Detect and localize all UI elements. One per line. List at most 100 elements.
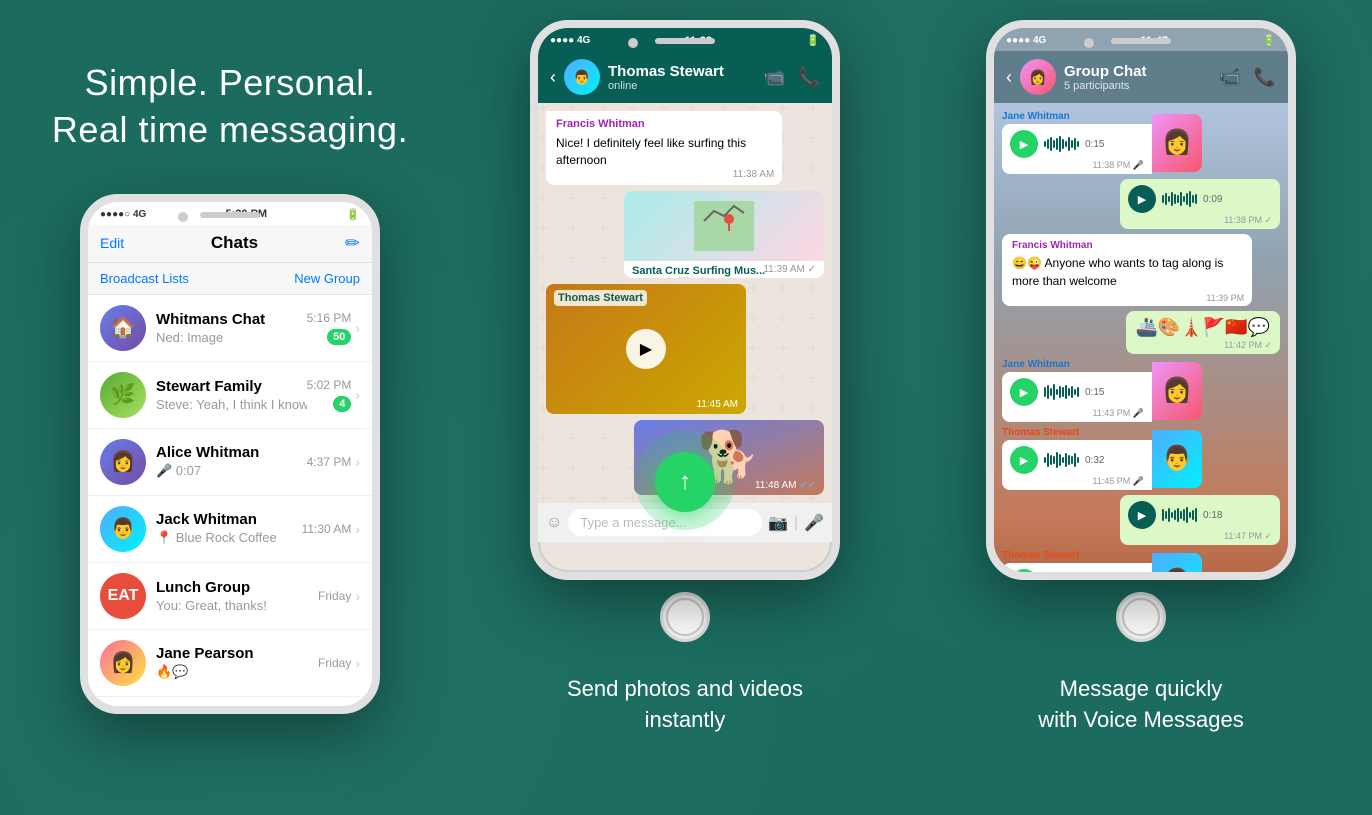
call-icon-right[interactable]: 📞 xyxy=(1254,67,1276,88)
voice-time-thomas-1: 11:45 PM 🎤 xyxy=(1092,476,1144,487)
play-btn-out-1[interactable]: ▶ xyxy=(1128,185,1156,213)
caption-right-line2: with Voice Messages xyxy=(1038,707,1243,732)
voice-time-out-2: 11:47 PM ✓ xyxy=(1224,531,1272,542)
broadcast-bar: Broadcast Lists New Group xyxy=(88,263,372,295)
home-button-mid[interactable] xyxy=(660,592,710,642)
chat-header-name: Thomas Stewart xyxy=(608,63,724,80)
voice-dur-thomas-2: 0:07 xyxy=(1085,578,1104,581)
chat-info-alice: Alice Whitman 🎤 0:07 xyxy=(156,444,307,479)
chat-avatar-alice: 👩 xyxy=(100,439,146,485)
play-btn-thomas-1[interactable]: ▶ xyxy=(1010,446,1038,474)
compose-button[interactable]: ✏ xyxy=(345,233,360,254)
chat-time-jane-p: Friday xyxy=(318,656,351,670)
play-btn-out-2[interactable]: ▶ xyxy=(1128,501,1156,529)
call-icon[interactable]: 📞 xyxy=(798,67,820,88)
signal-right: ●●●● 4G xyxy=(1006,35,1046,46)
chat-item-alice2[interactable]: 👩 Alice Friday › xyxy=(88,697,372,714)
msg-location: Santa Cruz Surfing Mus... 71 West Cliff … xyxy=(624,191,824,278)
voice-thomas-2-wrapper: Thomas Stewart ▶ 0:07 11:47 PM 🎤 xyxy=(1002,550,1152,580)
waveform-thomas-2 xyxy=(1044,574,1079,580)
waveform-out-2 xyxy=(1162,506,1197,524)
video-time: 11:45 AM xyxy=(696,399,738,410)
middle-section: ●●●● 4G 11:38 🔋 ‹ 👨 Thomas Stewart onlin… xyxy=(460,0,910,815)
chat-item-jack[interactable]: 👨 Jack Whitman 📍 Blue Rock Coffee 11:30 … xyxy=(88,496,372,563)
chat-item-alice[interactable]: 👩 Alice Whitman 🎤 0:07 4:37 PM › xyxy=(88,429,372,496)
separator: | xyxy=(794,514,798,532)
chat-header-name-right: Group Chat xyxy=(1064,63,1147,80)
phone-left: ●●●●○ 4G 5:20 PM 🔋 Edit Chats ✏ Broadcas… xyxy=(80,194,380,714)
caption-mid: Send photos and videos instantly xyxy=(567,674,803,736)
tagline-line1: Simple. Personal. xyxy=(85,62,376,103)
chat-item-whitmans[interactable]: 🏠 Whitmans Chat Ned: Image 5:16 PM 50 › xyxy=(88,295,372,362)
battery-mid: 🔋 xyxy=(806,34,820,47)
chat-name-jack: Jack Whitman xyxy=(156,511,302,528)
chevron-icon-alice: › xyxy=(355,454,360,470)
camera-icon[interactable]: 📷 xyxy=(768,513,788,533)
play-btn-thomas-2[interactable]: ▶ xyxy=(1010,569,1038,580)
voice-dur-out-2: 0:18 xyxy=(1203,510,1222,521)
voice-sender-jane-2: Jane Whitman xyxy=(1002,359,1152,370)
waveform-out-1 xyxy=(1162,190,1197,208)
francis-time-right: 11:39 PM xyxy=(1206,293,1244,303)
voice-dur-jane-1: 0:15 xyxy=(1085,139,1104,150)
play-btn-jane-2[interactable]: ▶ xyxy=(1010,378,1038,406)
chat-header-info: Thomas Stewart online xyxy=(608,63,724,92)
chat-info-stewart: Stewart Family Steve: Yeah, I think I kn… xyxy=(156,378,307,412)
broadcast-lists-link[interactable]: Broadcast Lists xyxy=(100,271,189,286)
video-icon-right[interactable]: 📹 xyxy=(1219,67,1241,88)
emoji-icon[interactable]: ☺ xyxy=(546,514,562,532)
chat-preview-lunch: You: Great, thanks! xyxy=(156,598,318,613)
chat-meta-stewart: 5:02 PM 4 xyxy=(307,378,352,412)
emoji-time: 11:42 PM ✓ xyxy=(1224,340,1272,351)
msg-sender-francis: Francis Whitman xyxy=(556,117,772,132)
location-map xyxy=(624,191,824,261)
mic-icon[interactable]: 🎤 xyxy=(804,513,824,533)
new-group-link[interactable]: New Group xyxy=(294,271,360,286)
voice-photo-jane-1: 👩 xyxy=(1152,114,1202,172)
chat-preview-jane-p: 🔥💬 xyxy=(156,664,318,680)
chat-name-alice: Alice Whitman xyxy=(156,444,307,461)
chat-header-actions: 📹 📞 xyxy=(763,67,820,88)
chats-title: Chats xyxy=(211,233,258,253)
video-call-icon[interactable]: 📹 xyxy=(763,67,785,88)
voice-msg-out-2: ▶ 0:18 11:47 PM ✓ xyxy=(1120,495,1280,545)
chat-item-jane-p[interactable]: 👩 Jane Pearson 🔥💬 Friday › xyxy=(88,630,372,697)
video-sender-name: Thomas Stewart xyxy=(554,290,647,306)
back-button-right[interactable]: ‹ xyxy=(1006,67,1012,88)
chat-badge-stewart: 4 xyxy=(333,396,351,412)
back-button[interactable]: ‹ xyxy=(550,67,556,88)
chat-header-avatar: 👨 xyxy=(564,59,600,95)
chat-badge-whitmans: 50 xyxy=(327,329,351,345)
chat-info-jane-p: Jane Pearson 🔥💬 xyxy=(156,645,318,680)
chat-meta-whitmans: 5:16 PM 50 xyxy=(307,311,352,345)
phone-right: ●●●● 4G 11:47 🔋 ‹ 👩 Group Chat 5 partici… xyxy=(986,20,1296,580)
chat-meta-lunch: Friday xyxy=(318,589,351,603)
voice-msg-jane-2: Jane Whitman ▶ 0:15 11:43 PM 🎤 👩 xyxy=(1002,359,1202,422)
msg-francis-text: Francis Whitman Nice! I definitely feel … xyxy=(546,111,782,185)
chat-header-info-right: Group Chat 5 participants xyxy=(1064,63,1147,92)
home-button-right[interactable] xyxy=(1116,592,1166,642)
signal-indicator: ●●●●○ 4G xyxy=(100,209,146,220)
chat-time-whitmans: 5:16 PM xyxy=(307,311,352,325)
chevron-icon-jack: › xyxy=(355,521,360,537)
chevron-icon-stewart: › xyxy=(355,387,360,403)
msg-video[interactable]: ▶ Thomas Stewart 11:45 AM xyxy=(546,284,746,414)
phone-right-camera xyxy=(1084,38,1094,48)
chat-meta-alice: 4:37 PM xyxy=(307,455,352,469)
voice-time-out-1: 11:38 PM ✓ xyxy=(1224,215,1272,226)
chevron-icon-lunch: › xyxy=(355,588,360,604)
chat-avatar-alice2: 👩 xyxy=(100,707,146,714)
play-button[interactable]: ▶ xyxy=(626,329,666,369)
chat-item-lunch[interactable]: EAT Lunch Group You: Great, thanks! Frid… xyxy=(88,563,372,630)
voice-photo-thomas-1: 👨 xyxy=(1152,430,1202,488)
upload-button[interactable]: ↑ xyxy=(655,452,715,512)
edit-button[interactable]: Edit xyxy=(100,235,124,251)
chat-avatar-jack: 👨 xyxy=(100,506,146,552)
voice-time-jane-1: 11:38 PM 🎤 xyxy=(1092,160,1144,171)
voice-photo-thomas-2: 👨 xyxy=(1152,553,1202,581)
home-button-inner-right xyxy=(1122,598,1160,636)
chat-time-jack: 11:30 AM xyxy=(302,522,352,536)
chat-preview-jack: 📍 Blue Rock Coffee xyxy=(156,530,302,546)
play-btn-jane-1[interactable]: ▶ xyxy=(1010,130,1038,158)
chat-item-stewart[interactable]: 🌿 Stewart Family Steve: Yeah, I think I … xyxy=(88,362,372,429)
